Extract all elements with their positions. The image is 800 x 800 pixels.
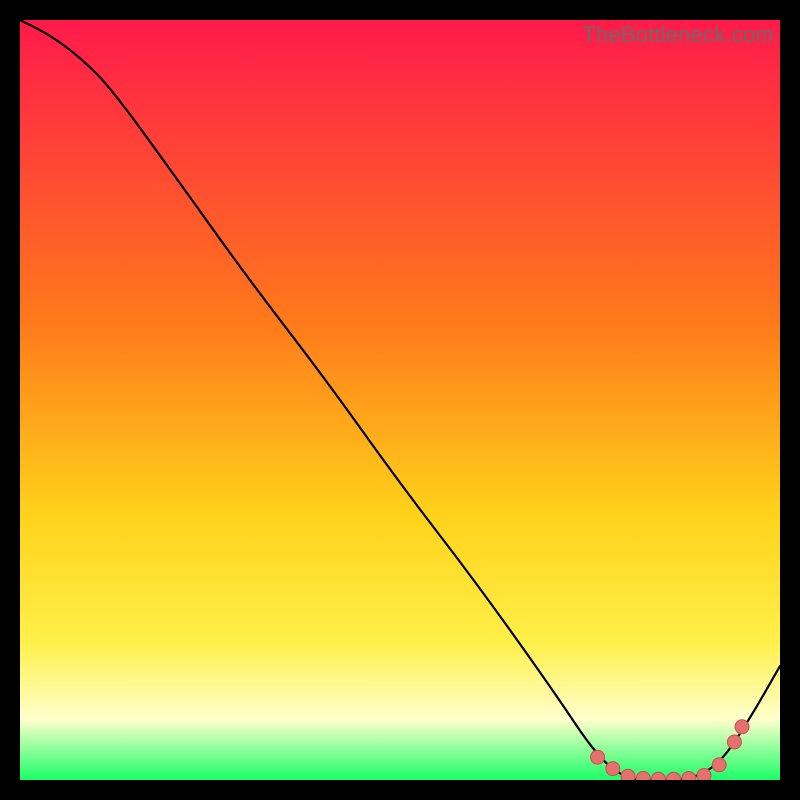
data-point — [727, 735, 741, 749]
watermark-text: TheBottleneck.com — [582, 22, 774, 48]
data-point — [712, 758, 726, 772]
chart-frame: TheBottleneck.com — [20, 20, 780, 780]
data-point — [621, 769, 635, 780]
data-point — [735, 720, 749, 734]
data-point — [591, 750, 605, 764]
bottleneck-chart — [20, 20, 780, 780]
data-point — [697, 768, 711, 780]
data-point — [606, 762, 620, 776]
gradient-background — [20, 20, 780, 780]
